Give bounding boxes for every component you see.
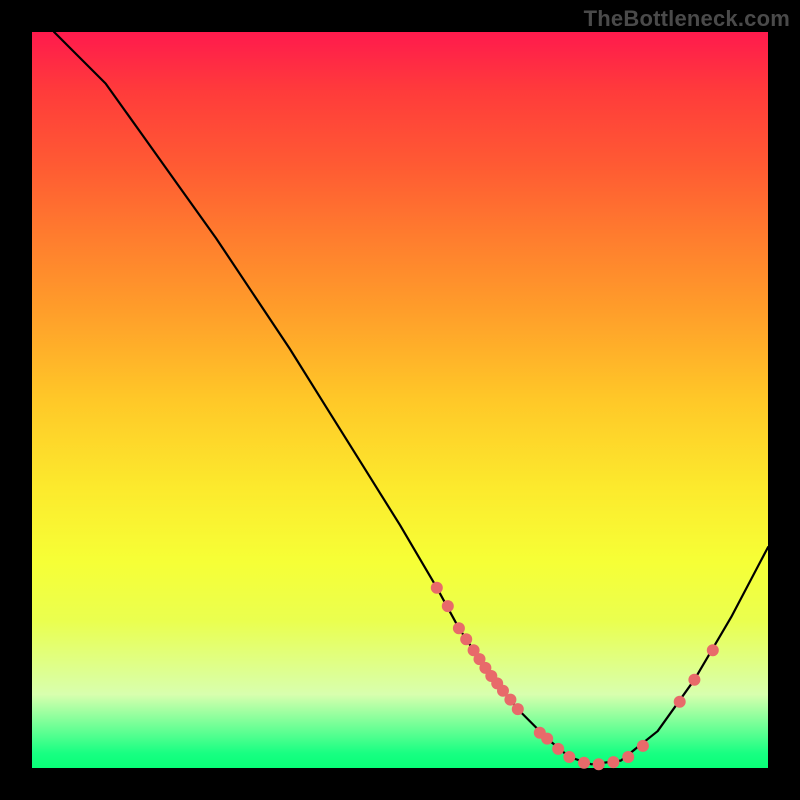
data-marker [431,582,443,594]
bottleneck-curve [54,32,768,764]
data-marker [442,600,454,612]
bottleneck-chart [32,32,768,768]
data-marker [622,751,634,763]
data-marker [552,743,564,755]
data-marker [674,696,686,708]
data-marker [593,758,605,770]
data-marker [707,644,719,656]
data-marker [607,756,619,768]
data-marker [563,751,575,763]
marker-group [431,582,719,771]
data-marker [453,622,465,634]
data-marker [637,740,649,752]
chart-frame [32,32,768,768]
data-marker [688,674,700,686]
data-marker [512,703,524,715]
watermark-label: TheBottleneck.com [584,6,790,32]
data-marker [504,694,516,706]
data-marker [541,733,553,745]
data-marker [460,633,472,645]
data-marker [578,757,590,769]
